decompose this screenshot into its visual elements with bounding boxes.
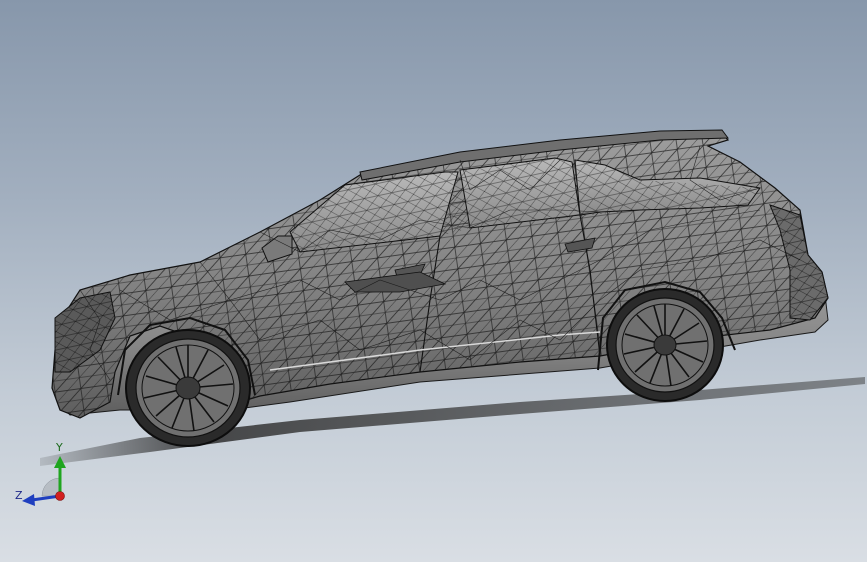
y-axis-label: Y [56,441,63,454]
car-model-scene[interactable] [0,0,867,562]
front-wheel [125,329,251,447]
z-axis-arrowhead [22,494,35,506]
rear-wheel [606,288,724,402]
graphics-viewport[interactable]: Y Z [0,0,867,562]
z-axis-label: Z [15,489,23,502]
view-orientation-triad[interactable]: Y Z [10,438,74,510]
y-axis-arrowhead [54,456,66,468]
x-axis-dot [55,491,65,501]
